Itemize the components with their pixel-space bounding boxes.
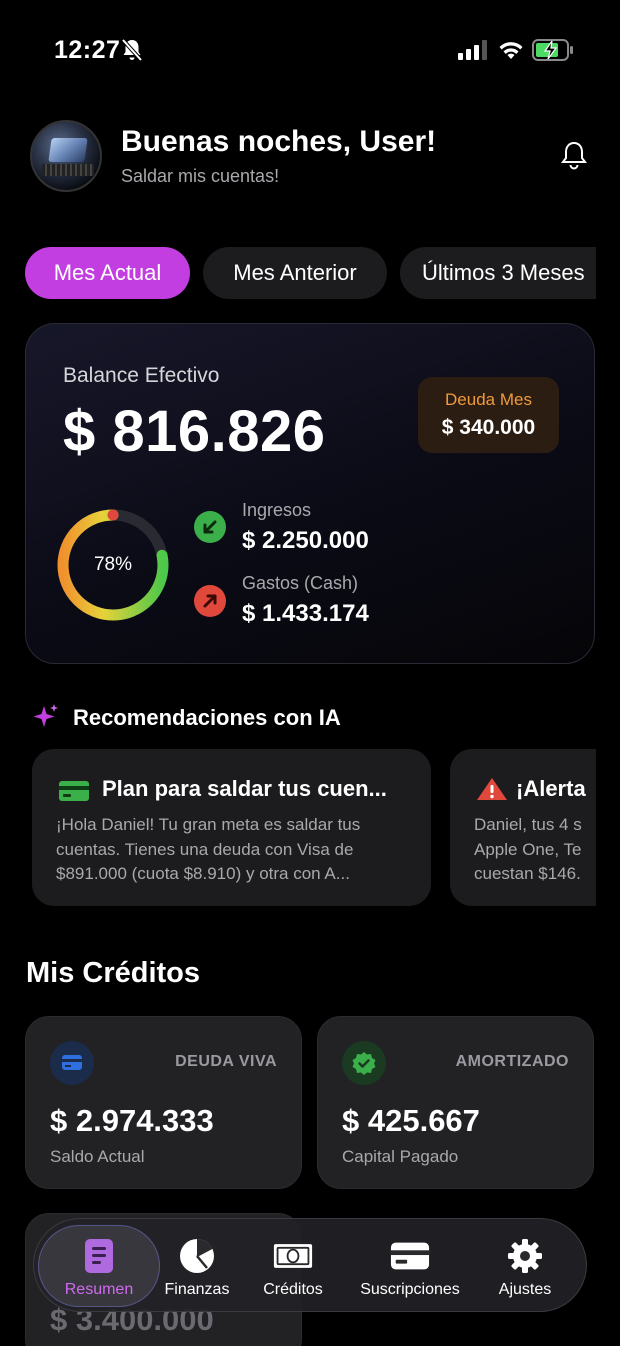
expense-value: $ 1.433.174 (242, 600, 369, 627)
ai-card-title: ¡Alerta (516, 776, 586, 801)
bottom-tab-bar: Resumen Finanzas Créditos Suscripciones … (33, 1218, 587, 1312)
ai-section-title: Recomendaciones con IA (73, 705, 341, 730)
credit-tag: DEUDA VIVA (175, 1053, 277, 1070)
credit-sub: Saldo Actual (50, 1147, 145, 1166)
credit-tag: AMORTIZADO (455, 1053, 569, 1070)
credit-card-deuda-viva[interactable]: DEUDA VIVA $ 2.974.333 Saldo Actual (25, 1016, 302, 1189)
document-icon (79, 1237, 119, 1275)
status-bar: 12:27 (0, 0, 620, 100)
cellular-signal-icon (458, 40, 487, 60)
tab-label: Suscripciones (360, 1281, 460, 1298)
tab-mes-actual[interactable]: Mes Actual (25, 247, 190, 299)
ai-card-title: Plan para saldar tus cuen... (102, 776, 387, 801)
bell-muted-icon (121, 38, 143, 62)
avatar[interactable] (30, 120, 102, 192)
ratio-percent: 78% (93, 554, 133, 575)
tab-resumen[interactable]: Resumen (38, 1219, 160, 1313)
debt-month-badge[interactable]: Deuda Mes $ 340.000 (418, 377, 559, 453)
notification-bell-icon[interactable] (560, 140, 588, 172)
banknote-icon (273, 1237, 313, 1275)
tab-ajustes[interactable]: Ajustes (492, 1219, 558, 1313)
income-label: Ingresos (242, 500, 312, 520)
credit-value: $ 2.974.333 (50, 1103, 214, 1138)
credit-sub: Capital Pagado (342, 1147, 459, 1166)
ai-card-plan[interactable]: Plan para saldar tus cuen... ¡Hola Danie… (32, 749, 431, 906)
debt-month-label: Deuda Mes (445, 390, 532, 409)
ai-card-alert[interactable]: ¡Alerta Daniel, tus 4 s Apple One, Te cu… (450, 749, 596, 906)
check-badge-icon (342, 1041, 386, 1085)
expense-arrow-icon (194, 585, 226, 617)
tab-suscripciones[interactable]: Suscripciones (354, 1219, 466, 1313)
balance-card[interactable]: Balance Efectivo $ 816.826 Deuda Mes $ 3… (25, 323, 595, 664)
wifi-icon (499, 42, 523, 59)
tab-label: Créditos (263, 1281, 323, 1298)
balance-label: Balance Efectivo (63, 364, 220, 387)
tab-creditos[interactable]: Créditos (256, 1219, 330, 1313)
debt-month-value: $ 340.000 (441, 416, 536, 439)
income-value: $ 2.250.000 (242, 527, 369, 554)
credits-section-title: Mis Créditos (26, 957, 201, 989)
tab-ultimos-3-meses[interactable]: Últimos 3 Meses (400, 247, 596, 299)
status-time: 12:27 (54, 36, 121, 64)
ai-recommendations-carousel[interactable]: Plan para saldar tus cuen... ¡Hola Danie… (0, 745, 596, 915)
credit-value: $ 425.667 (342, 1103, 480, 1138)
pie-chart-icon (177, 1237, 217, 1275)
tab-label: Resumen (64, 1281, 134, 1298)
gear-icon (505, 1237, 545, 1275)
expense-label: Gastos (Cash) (242, 573, 359, 593)
tab-mes-anterior[interactable]: Mes Anterior (203, 247, 387, 299)
tab-finanzas[interactable]: Finanzas (162, 1219, 232, 1313)
sparkle-icon (33, 704, 58, 727)
income-arrow-icon (194, 511, 226, 543)
tab-label: Ajustes (498, 1281, 552, 1298)
period-tabs: Mes Actual Mes Anterior Últimos 3 Meses (0, 240, 596, 310)
balance-value: $ 816.826 (63, 399, 326, 464)
card-icon (50, 1041, 94, 1085)
credit-card-icon (59, 781, 89, 801)
warning-icon (477, 778, 507, 800)
ai-card-body: ¡Hola Daniel! Tu gran meta es saldar tus… (56, 815, 361, 883)
greeting-subtitle: Saldar mis cuentas! (121, 166, 280, 186)
greeting-title: Buenas noches, User! (121, 125, 437, 158)
ai-card-body: Daniel, tus 4 s Apple One, Te cuestan $1… (474, 815, 582, 883)
card-icon (390, 1237, 430, 1275)
tab-label: Finanzas (164, 1281, 230, 1298)
credit-card-amortizado[interactable]: AMORTIZADO $ 425.667 Capital Pagado (317, 1016, 594, 1189)
battery-charging-icon (532, 39, 573, 61)
